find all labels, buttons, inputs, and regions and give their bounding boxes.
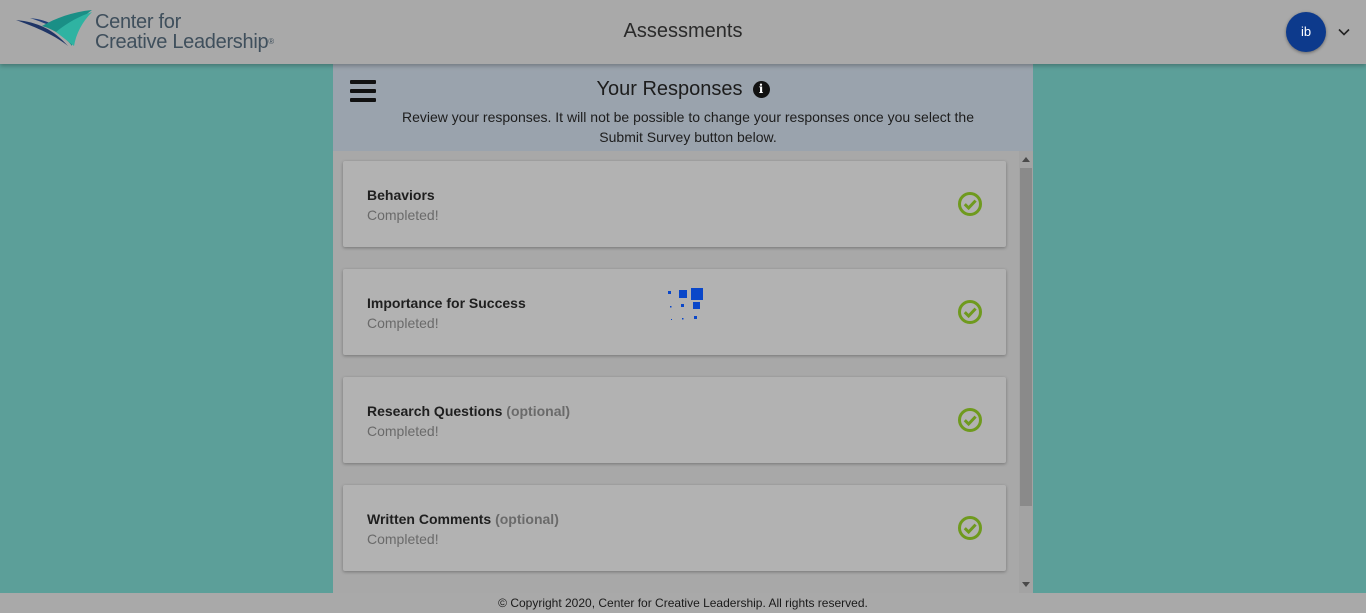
copyright-text: © Copyright 2020, Center for Creative Le… <box>498 596 868 610</box>
section-title-text: Importance for Success <box>367 295 526 311</box>
panel-header: Your Responses i Review your responses. I… <box>333 64 1033 151</box>
optional-tag: (optional) <box>495 511 559 527</box>
panel-instructions: Review your responses. It will not be po… <box>402 109 974 145</box>
section-title: Written Comments (optional) <box>367 511 559 527</box>
panel-title-text: Your Responses <box>596 78 743 100</box>
section-title-text: Research Questions <box>367 403 503 419</box>
check-circle-icon <box>958 408 982 432</box>
section-card-behaviors[interactable]: Behaviors Completed! <box>343 161 1006 247</box>
user-avatar[interactable]: ib <box>1286 12 1326 52</box>
section-card-written-comments[interactable]: Written Comments (optional) Completed! <box>343 485 1006 571</box>
responses-panel: Your Responses i Review your responses. I… <box>333 64 1033 593</box>
info-icon[interactable]: i <box>752 81 770 98</box>
section-status: Completed! <box>367 207 439 223</box>
check-circle-icon <box>958 516 982 540</box>
optional-tag: (optional) <box>506 403 571 419</box>
section-list-scrollbar[interactable] <box>1019 151 1033 593</box>
section-title: Research Questions (optional) <box>367 403 570 419</box>
section-status: Completed! <box>367 315 439 331</box>
check-circle-icon <box>958 192 982 216</box>
top-app-bar: Center for Creative Leadership® Assessme… <box>0 0 1366 64</box>
section-status: Completed! <box>367 531 439 547</box>
loading-spinner-icon <box>668 288 703 320</box>
section-title-text: Behaviors <box>367 187 435 203</box>
check-circle-icon <box>958 300 982 324</box>
section-title-text: Written Comments <box>367 511 496 527</box>
footer: © Copyright 2020, Center for Creative Le… <box>0 593 1366 613</box>
scrollbar-thumb[interactable] <box>1020 168 1032 506</box>
section-status: Completed! <box>367 423 439 439</box>
panel-title: Your Responses i <box>333 78 1033 101</box>
chevron-down-icon[interactable] <box>1336 24 1352 40</box>
app-title: Assessments <box>623 20 743 42</box>
section-list: Behaviors Completed! Importance for Succ… <box>333 151 1019 593</box>
section-card-research-questions[interactable]: Research Questions (optional) Completed! <box>343 377 1006 463</box>
section-title: Behaviors <box>367 187 435 203</box>
scroll-up-arrow-icon[interactable] <box>1022 157 1030 162</box>
section-title: Importance for Success <box>367 295 526 311</box>
scroll-down-arrow-icon[interactable] <box>1022 582 1030 587</box>
